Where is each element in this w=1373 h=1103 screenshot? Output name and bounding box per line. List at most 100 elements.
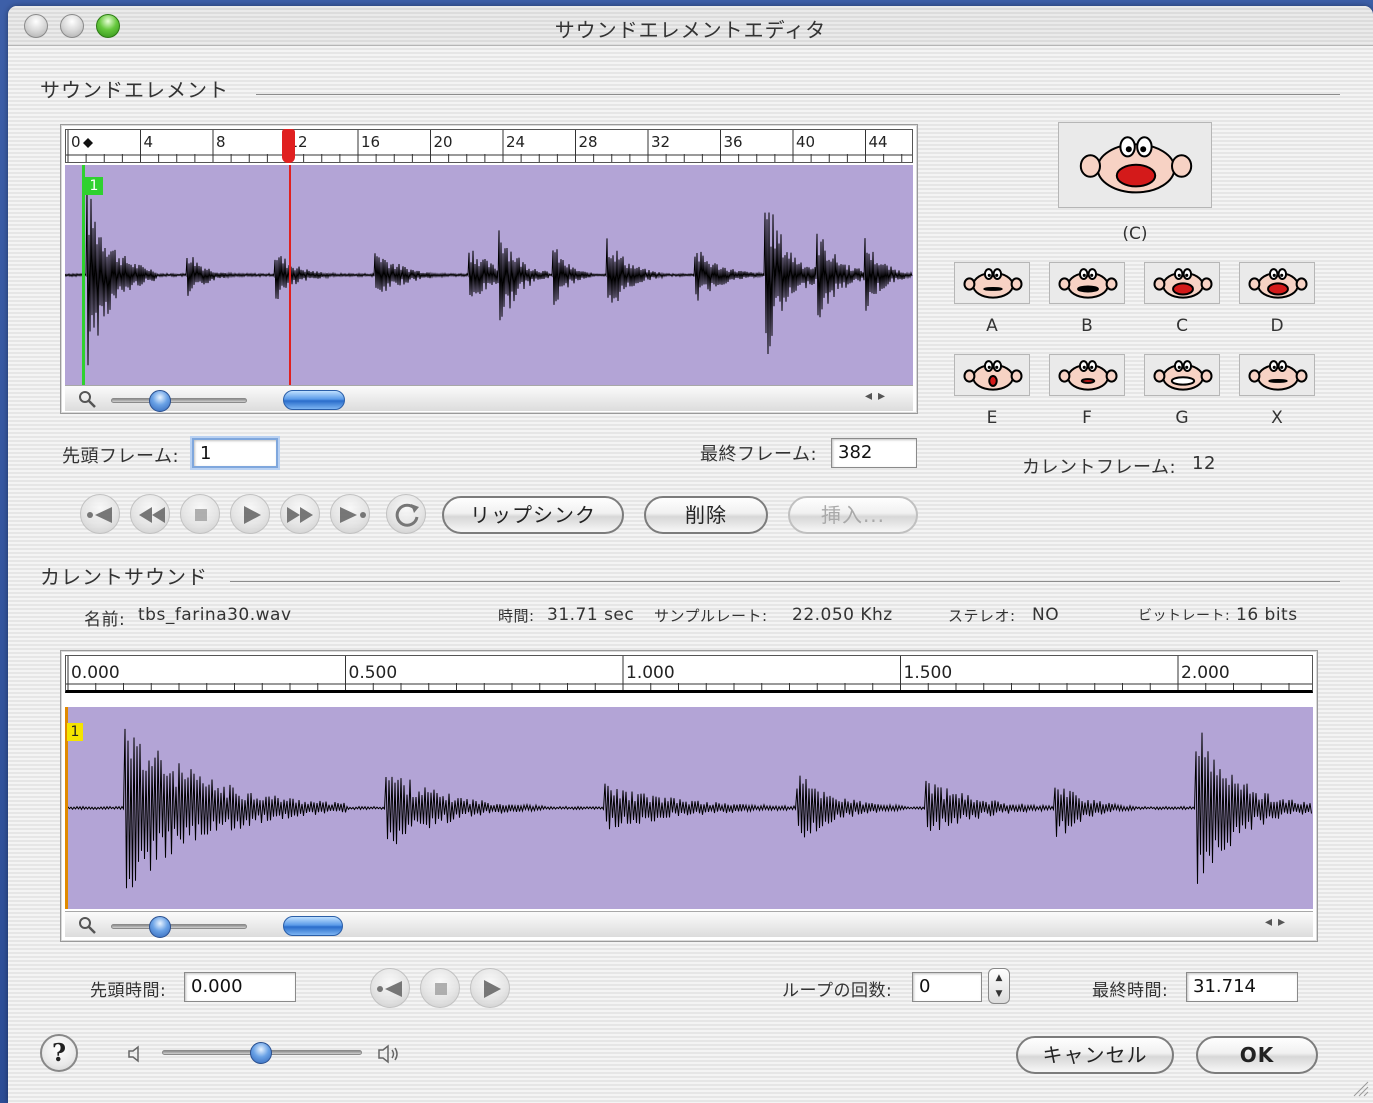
face-mouth [1268, 379, 1288, 383]
start-time-field[interactable]: 0.000 [184, 972, 296, 1002]
go-to-start-button[interactable] [80, 494, 120, 534]
mouth-shape-x-button[interactable] [1239, 354, 1315, 396]
face-ear [1171, 154, 1193, 178]
ruler-tick-label: 40 [796, 133, 815, 151]
stepper-up-icon[interactable]: ▲ [989, 973, 1009, 983]
time-ruler-ticks: 0.000 0.500 1.000 1.500 2.000 [66, 656, 1312, 690]
start-frame-field[interactable]: 1 [192, 438, 278, 468]
ok-button[interactable]: OK [1196, 1036, 1318, 1074]
zoom-slider-track[interactable] [111, 924, 247, 929]
ruler-tick-label: 1.500 [904, 663, 953, 683]
ruler-tick-label: 44 [869, 133, 888, 151]
stepper-down-icon[interactable]: ▼ [989, 989, 1009, 999]
help-button[interactable]: ? [40, 1034, 78, 1072]
time-ruler[interactable]: 0.000 0.500 1.000 1.500 2.000 [65, 655, 1313, 693]
sound-element-waveform[interactable]: 1 [65, 165, 913, 385]
ruler-tick-label: 1.000 [626, 663, 675, 683]
mouth-shape-b-button[interactable] [1049, 262, 1125, 304]
mouth-shape-label: F [1082, 408, 1092, 428]
lipsync-button[interactable]: リップシンク [442, 496, 624, 534]
horizontal-scroll-thumb[interactable] [283, 916, 343, 936]
face-ear [1200, 369, 1213, 383]
loop-count-stepper[interactable]: ▲ ▼ [988, 968, 1010, 1004]
zoom-slider-track[interactable] [111, 398, 247, 403]
face-pupil [987, 273, 991, 277]
start-marker-label[interactable]: 1 [85, 177, 103, 195]
play-button[interactable] [230, 494, 270, 534]
rewind-button[interactable] [130, 494, 170, 534]
zoom-slider-knob[interactable] [149, 390, 171, 412]
delete-button[interactable]: 削除 [644, 496, 768, 534]
volume-slider-knob[interactable] [250, 1042, 272, 1064]
face-pupil [1177, 273, 1181, 277]
mouth-shape-label: B [1081, 316, 1093, 336]
loop-button[interactable] [386, 494, 426, 534]
timeline-scroll-row: ◂▸ [65, 911, 1313, 938]
mouth-shape-g-button[interactable] [1144, 354, 1220, 396]
mouth-shape-label: X [1271, 408, 1283, 428]
end-frame-label: 最終フレーム: [700, 444, 818, 465]
sound-element-timeline: 0 4 8 12 16 20 24 28 32 36 40 44 1 ◂▸ [60, 124, 918, 414]
mouth-shape-d-button[interactable] [1239, 262, 1315, 304]
mouth-shape-label: D [1270, 316, 1284, 336]
sound-name-value: tbs_farina30.wav [138, 605, 292, 625]
face-mouth [1170, 376, 1196, 386]
stop-button[interactable] [180, 494, 220, 534]
playhead-line [289, 165, 291, 385]
start-marker-line [82, 165, 85, 385]
section-divider [230, 581, 1340, 582]
duration-value: 31.71 sec [547, 605, 635, 625]
face-pupil [1125, 146, 1132, 153]
horizontal-scroll-thumb[interactable] [283, 390, 345, 410]
zoom-slider-knob[interactable] [149, 916, 171, 938]
window-title: サウンドエレメントエディタ [554, 18, 827, 42]
cancel-button[interactable]: キャンセル [1016, 1036, 1174, 1074]
play-icon [484, 980, 501, 998]
ruler-tick-label: 36 [724, 133, 743, 151]
start-marker-label[interactable]: 1 [67, 723, 83, 741]
insert-button[interactable]: 挿入... [788, 496, 918, 534]
go-to-end-button[interactable] [330, 494, 370, 534]
scroll-arrows-icon[interactable]: ◂▸ [1265, 914, 1291, 930]
stereo-value: NO [1032, 605, 1060, 625]
ruler-tick-label: 8 [216, 133, 226, 151]
title-bar: サウンドエレメントエディタ [8, 6, 1373, 46]
sound-play-button[interactable] [470, 968, 510, 1008]
fast-forward-button[interactable] [280, 494, 320, 534]
face-pupil [1090, 365, 1094, 369]
mouth-face-icon [1079, 136, 1193, 194]
mouth-shape-a-button[interactable] [954, 262, 1030, 304]
sound-stop-button[interactable] [420, 968, 460, 1008]
resize-grip-icon[interactable] [1350, 1078, 1370, 1098]
play-icon [244, 506, 261, 524]
mouth-face-icon [1248, 360, 1308, 391]
current-frame-label: カレントフレーム: [1022, 457, 1177, 478]
mouth-shape-e-button[interactable] [954, 354, 1030, 396]
face-mouth [1077, 285, 1099, 293]
face-ear [1153, 277, 1166, 291]
current-sound-waveform[interactable]: 1 [65, 707, 1313, 909]
end-frame-field[interactable]: 382 [831, 438, 917, 468]
ruler-tick-label: 16 [361, 133, 380, 151]
face-pupil [995, 273, 999, 277]
start-frame-label: 先頭フレーム: [62, 446, 180, 467]
mouth-shape-f-button[interactable] [1049, 354, 1125, 396]
end-time-field[interactable]: 31.714 [1186, 972, 1298, 1002]
face-pupil [1272, 365, 1276, 369]
face-pupil [1272, 273, 1276, 277]
playhead-handle[interactable] [282, 129, 295, 163]
fast-forward-icon [287, 507, 313, 523]
loop-count-field[interactable]: 0 [912, 972, 982, 1002]
scroll-arrows-icon[interactable]: ◂▸ [865, 388, 891, 404]
bitrate-label: ビットレート: [1138, 608, 1231, 624]
go-to-start-icon [377, 981, 402, 997]
mouth-shape-c-button[interactable] [1144, 262, 1220, 304]
volume-low-icon [128, 1045, 139, 1063]
loop-start-diamond-icon[interactable] [83, 138, 93, 148]
sound-go-to-start-button[interactable] [370, 968, 410, 1008]
ruler-tick-label: 4 [144, 133, 154, 151]
frame-ruler[interactable]: 0 4 8 12 16 20 24 28 32 36 40 44 [65, 129, 913, 163]
mouth-shape-label: G [1175, 408, 1189, 428]
face-mouth [983, 287, 1003, 291]
ruler-tick-label: 20 [434, 133, 453, 151]
